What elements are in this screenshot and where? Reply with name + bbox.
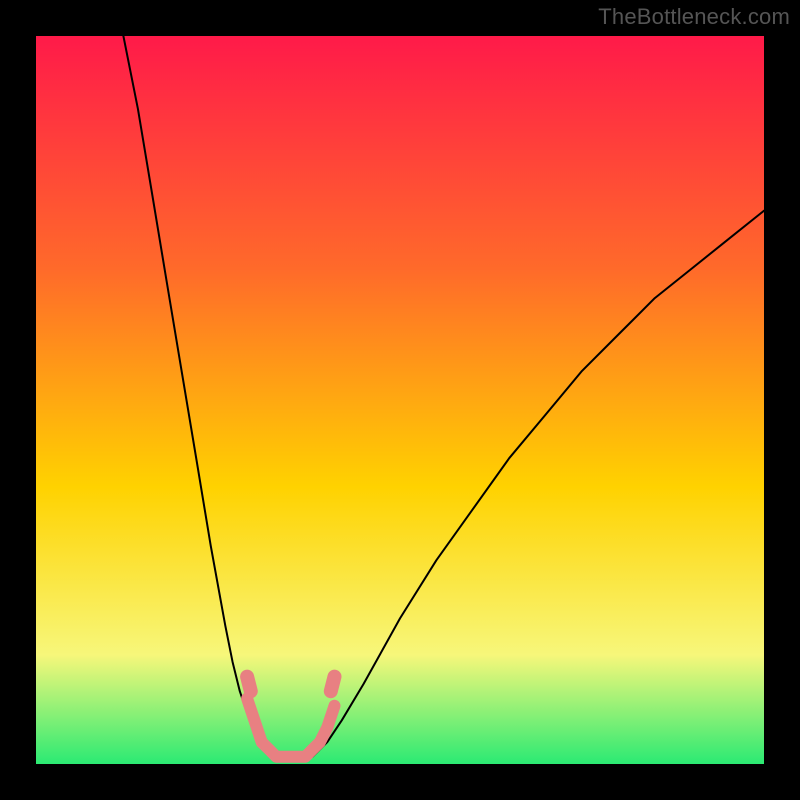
series-valley_knob_left: [247, 677, 251, 692]
series-valley_knob_right: [331, 677, 335, 692]
gradient-backdrop: [36, 36, 764, 764]
chart-frame: TheBottleneck.com: [0, 0, 800, 800]
watermark-text: TheBottleneck.com: [598, 4, 790, 30]
chart-svg: [36, 36, 764, 764]
plot-area: [36, 36, 764, 764]
